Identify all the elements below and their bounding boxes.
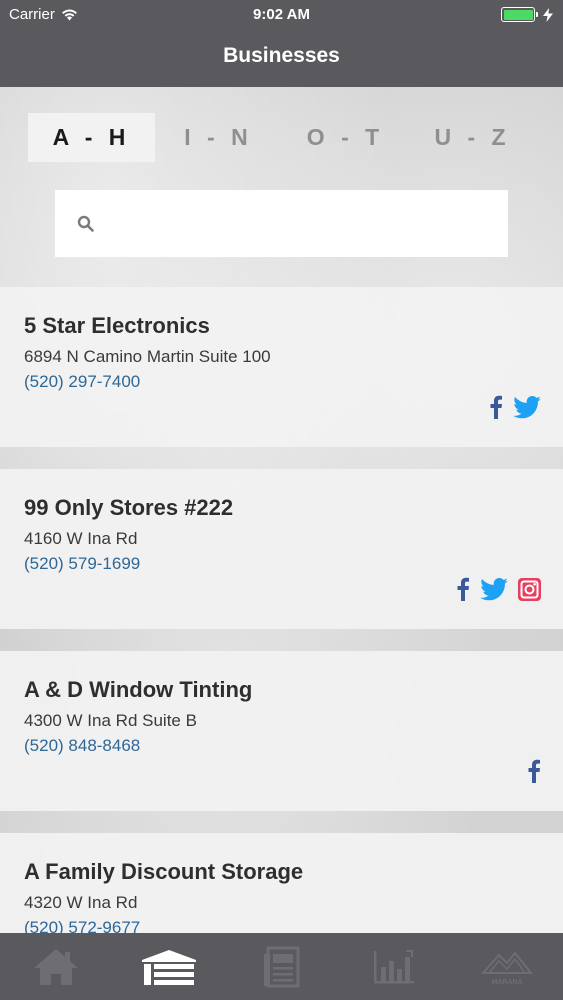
charging-bolt-icon xyxy=(543,7,553,22)
business-address: 4300 W Ina Rd Suite B xyxy=(24,711,197,730)
clock: 9:02 AM xyxy=(253,6,310,23)
tab-businesses[interactable] xyxy=(129,942,209,992)
business-name: A Family Discount Storage xyxy=(24,859,304,884)
business-card[interactable]: 99 Only Stores #222 4160 W Ina Rd (520) … xyxy=(0,469,563,629)
tab-news[interactable] xyxy=(241,942,321,992)
segment-o-t[interactable]: O - T xyxy=(282,113,409,162)
facebook-icon[interactable] xyxy=(489,395,503,419)
tab-stats[interactable] xyxy=(354,942,434,992)
facebook-icon[interactable] xyxy=(456,577,470,601)
tab-home[interactable] xyxy=(16,942,96,992)
search-box[interactable] xyxy=(55,190,508,257)
social-links xyxy=(456,577,541,601)
business-card[interactable]: 5 Star Electronics 6894 N Camino Martin … xyxy=(0,287,563,447)
business-name: 99 Only Stores #222 xyxy=(24,495,234,520)
instagram-icon[interactable] xyxy=(518,577,541,601)
tab-bar: MARANA xyxy=(0,933,563,1000)
battery-level xyxy=(503,9,533,20)
tab-marana[interactable]: MARANA xyxy=(467,942,547,992)
stats-icon xyxy=(374,949,415,983)
business-address: 4160 W Ina Rd xyxy=(24,529,138,548)
battery-group xyxy=(501,7,553,22)
segment-i-n[interactable]: I - N xyxy=(155,113,282,162)
search-icon xyxy=(77,215,94,232)
page-title: Businesses xyxy=(223,44,340,67)
navigation-bar: Carrier 9:02 AM Businesses xyxy=(0,0,563,87)
social-links xyxy=(489,395,541,419)
business-name: 5 Star Electronics xyxy=(24,313,210,338)
battery-icon xyxy=(501,7,538,22)
business-name: A & D Window Tinting xyxy=(24,677,253,702)
status-bar: Carrier 9:02 AM xyxy=(0,0,563,30)
search-input[interactable] xyxy=(106,213,508,234)
twitter-icon[interactable] xyxy=(513,395,541,419)
social-links xyxy=(527,759,541,783)
businesses-icon xyxy=(141,949,196,985)
business-phone-link[interactable]: (520) 297-7400 xyxy=(24,372,140,392)
marana-logo-text: MARANA xyxy=(491,979,522,986)
segment-u-z[interactable]: U - Z xyxy=(409,113,536,162)
business-card[interactable]: A & D Window Tinting 4300 W Ina Rd Suite… xyxy=(0,651,563,811)
business-phone-link[interactable]: (520) 579-1699 xyxy=(24,554,140,574)
business-address: 4320 W Ina Rd xyxy=(24,893,138,912)
alphabet-filter: A - H I - N O - T U - Z xyxy=(28,113,536,162)
twitter-icon[interactable] xyxy=(480,577,508,601)
facebook-icon[interactable] xyxy=(527,759,541,783)
marana-logo-icon: MARANA xyxy=(480,950,533,986)
segment-a-h[interactable]: A - H xyxy=(28,113,155,162)
news-icon xyxy=(264,946,300,987)
home-icon xyxy=(34,948,79,985)
business-address: 6894 N Camino Martin Suite 100 xyxy=(24,347,271,366)
business-phone-link[interactable]: (520) 848-8468 xyxy=(24,736,140,756)
